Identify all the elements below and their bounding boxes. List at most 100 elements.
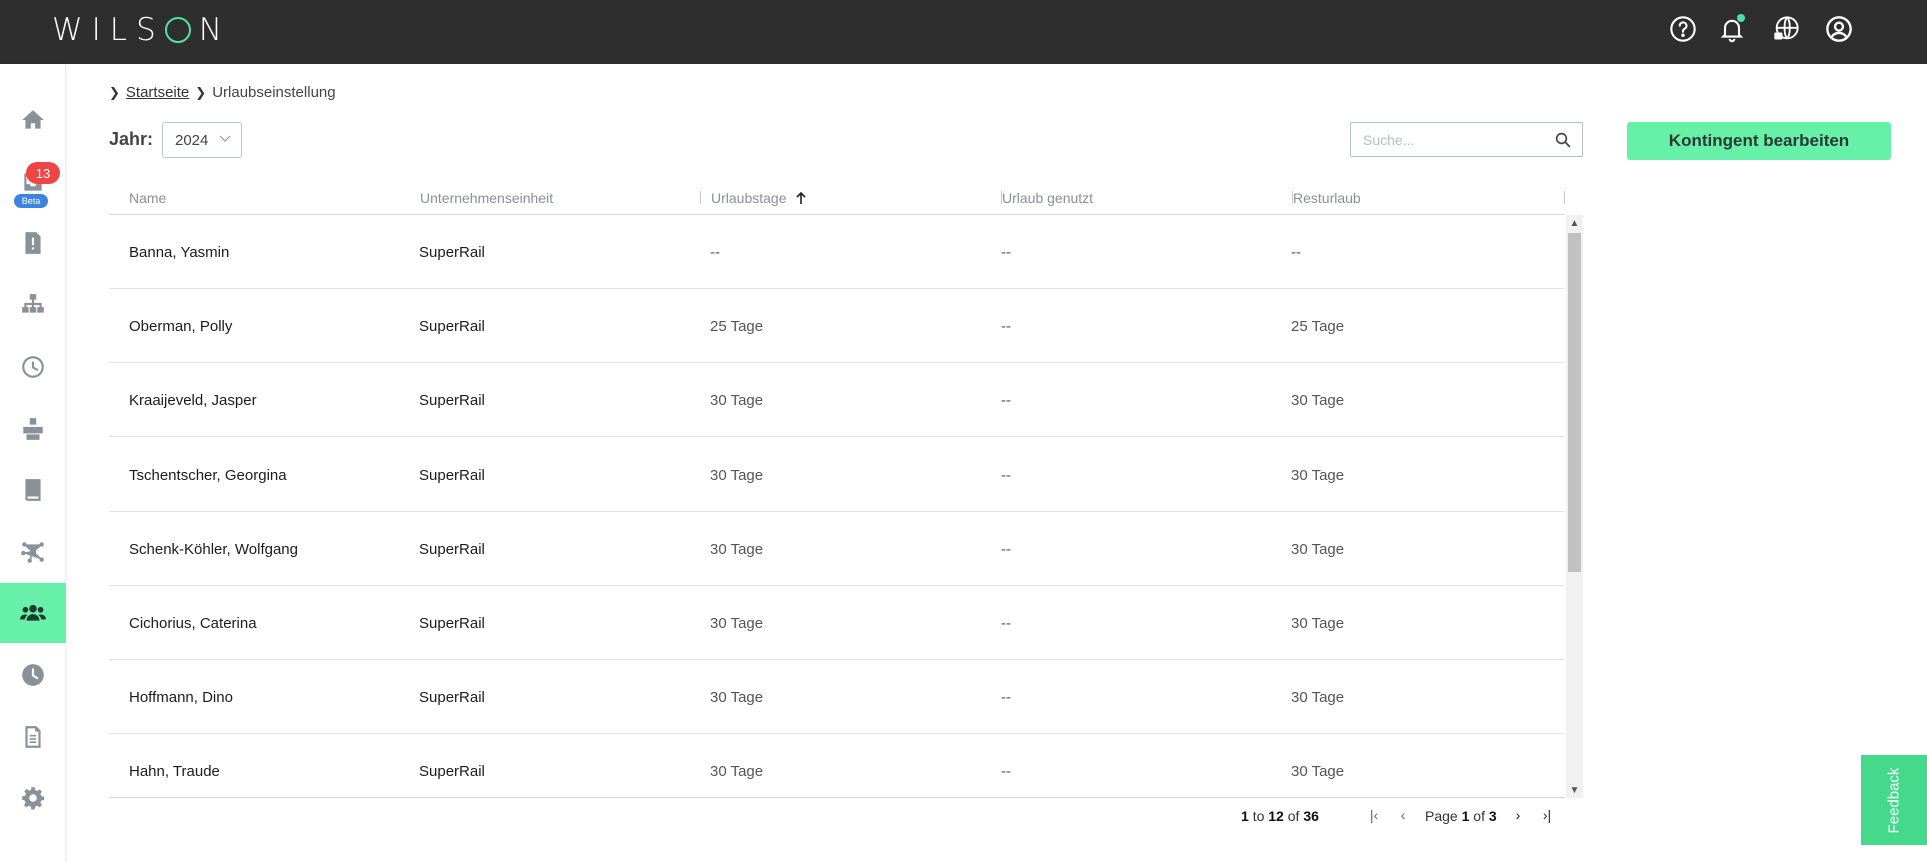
- sidebar-item-employees[interactable]: [0, 583, 66, 643]
- cell-vacation-used: --: [1001, 317, 1011, 335]
- book-icon: [25, 479, 41, 501]
- cell-remaining: 25 Tage: [1291, 317, 1345, 335]
- time-icon: [22, 664, 44, 686]
- top-bar: WILS N: [0, 0, 1927, 64]
- sidebar-item-network[interactable]: [0, 522, 66, 582]
- cell-vacation-days: --: [710, 243, 720, 261]
- cell-name: Oberman, Polly: [129, 317, 233, 335]
- settings-icon: [22, 787, 45, 810]
- breadcrumb-home-link[interactable]: Startseite: [126, 84, 189, 101]
- cell-vacation-used: --: [1001, 762, 1011, 780]
- year-label: Jahr:: [109, 129, 154, 149]
- sidebar-item-reports[interactable]: [0, 707, 66, 767]
- sidebar-item-settings[interactable]: [0, 768, 66, 828]
- column-resize-handle[interactable]: [700, 191, 701, 204]
- network-icon: [21, 542, 44, 563]
- org-chart-icon: [22, 294, 44, 313]
- help-icon[interactable]: [1668, 14, 1698, 44]
- report-icon: [25, 726, 41, 748]
- cell-vacation-days: 30 Tage: [710, 762, 764, 780]
- chevron-right-icon: ❯: [109, 84, 120, 100]
- table-scrollbar[interactable]: ▲ ▼: [1566, 215, 1583, 798]
- scroll-up-icon[interactable]: ▲: [1566, 215, 1583, 231]
- cell-vacation-used: --: [1001, 540, 1011, 558]
- range-total: 36: [1303, 808, 1319, 824]
- year-select[interactable]: 2024: [162, 122, 242, 158]
- cell-remaining: 30 Tage: [1291, 466, 1345, 484]
- sidebar: 13 Beta: [0, 64, 66, 862]
- column-header-label: Unternehmenseinheit: [420, 189, 554, 206]
- users-icon: [20, 604, 46, 621]
- page-word: Page: [1425, 808, 1458, 824]
- sidebar-item-handbook[interactable]: [0, 460, 66, 520]
- column-header-remaining[interactable]: Resturlaub: [1293, 180, 1565, 215]
- cell-vacation-used: --: [1001, 614, 1011, 632]
- table-row[interactable]: Banna, Yasmin SuperRail -- -- --: [109, 215, 1565, 289]
- cell-remaining: 30 Tage: [1291, 688, 1345, 706]
- column-header-vacation-days[interactable]: Urlaubstage: [711, 180, 1002, 215]
- search-box: [1350, 122, 1583, 157]
- table-row[interactable]: Kraaijeveld, Jasper SuperRail 30 Tage --…: [109, 363, 1565, 437]
- sidebar-item-time[interactable]: [0, 337, 66, 397]
- notification-count-badge: 13: [26, 162, 60, 184]
- sidebar-item-inventory[interactable]: [0, 399, 66, 459]
- language-globe-icon[interactable]: [1771, 14, 1801, 44]
- chevron-right-icon: ❯: [195, 84, 207, 100]
- wilson-logo[interactable]: WILS N: [52, 12, 231, 48]
- sidebar-item-organization[interactable]: [0, 275, 66, 335]
- cell-unit: SuperRail: [419, 243, 485, 261]
- table-row[interactable]: Hoffmann, Dino SuperRail 30 Tage -- 30 T…: [109, 660, 1565, 734]
- table-row[interactable]: Schenk-Köhler, Wolfgang SuperRail 30 Tag…: [109, 512, 1565, 586]
- clock-icon: [22, 356, 44, 378]
- search-input[interactable]: [1351, 123, 1541, 156]
- sidebar-item-home[interactable]: [0, 90, 66, 150]
- table-row[interactable]: Oberman, Polly SuperRail 25 Tage -- 25 T…: [109, 289, 1565, 363]
- cell-vacation-used: --: [1001, 391, 1011, 409]
- row-range-summary: 1 to 12 of 36: [1241, 806, 1319, 826]
- sidebar-item-inbox[interactable]: 13 Beta: [0, 152, 66, 212]
- cell-unit: SuperRail: [419, 614, 485, 632]
- next-page-icon[interactable]: ›: [1509, 805, 1527, 825]
- cell-name: Cichorius, Caterina: [129, 614, 257, 632]
- bell-icon[interactable]: [1717, 14, 1747, 44]
- sidebar-item-document-alert[interactable]: [0, 213, 66, 273]
- table-row[interactable]: Tschentscher, Georgina SuperRail 30 Tage…: [109, 438, 1565, 512]
- cell-name: Kraaijeveld, Jasper: [129, 391, 257, 409]
- column-header-unit[interactable]: Unternehmenseinheit: [420, 180, 701, 215]
- first-page-icon[interactable]: |‹: [1365, 805, 1383, 825]
- table-row[interactable]: Cichorius, Caterina SuperRail 30 Tage --…: [109, 586, 1565, 660]
- cell-name: Tschentscher, Georgina: [129, 466, 287, 484]
- cell-unit: SuperRail: [419, 762, 485, 780]
- search-icon[interactable]: [1554, 131, 1572, 149]
- column-header-vacation-used[interactable]: Urlaub genutzt: [1002, 180, 1293, 215]
- last-page-icon[interactable]: ›|: [1538, 805, 1556, 825]
- page-indicator: Page 1 of 3: [1425, 806, 1497, 826]
- column-header-name[interactable]: Name: [129, 180, 399, 215]
- sidebar-item-timetracking[interactable]: [0, 645, 66, 705]
- column-header-label: Urlaub genutzt: [1002, 189, 1094, 206]
- edit-quota-button[interactable]: Kontingent bearbeiten: [1627, 122, 1891, 160]
- home-icon: [22, 110, 44, 129]
- cell-unit: SuperRail: [419, 540, 485, 558]
- cell-name: Hahn, Traude: [129, 762, 220, 780]
- cell-vacation-days: 30 Tage: [710, 614, 764, 632]
- user-account-icon[interactable]: [1824, 14, 1854, 44]
- table-row[interactable]: Hahn, Traude SuperRail 30 Tage -- 30 Tag…: [109, 734, 1565, 797]
- scroll-down-icon[interactable]: ▼: [1566, 782, 1583, 798]
- table-header: Name Unternehmenseinheit Urlaubstage Url…: [109, 180, 1565, 215]
- cell-unit: SuperRail: [419, 688, 485, 706]
- previous-page-icon[interactable]: ‹: [1394, 805, 1412, 825]
- page-of-word: of: [1473, 808, 1485, 824]
- document-alert-icon: [25, 232, 41, 254]
- beta-badge: Beta: [14, 194, 48, 208]
- column-resize-handle[interactable]: [1564, 191, 1565, 204]
- column-header-label: Name: [129, 189, 167, 206]
- range-from: 1: [1241, 808, 1249, 824]
- cell-unit: SuperRail: [419, 466, 485, 484]
- scrollbar-thumb[interactable]: [1568, 233, 1581, 572]
- cell-vacation-used: --: [1001, 466, 1011, 484]
- cell-remaining: 30 Tage: [1291, 614, 1345, 632]
- cell-remaining: 30 Tage: [1291, 540, 1345, 558]
- feedback-tab[interactable]: Feedback: [1861, 755, 1927, 845]
- column-header-label: Urlaubstage: [711, 189, 787, 206]
